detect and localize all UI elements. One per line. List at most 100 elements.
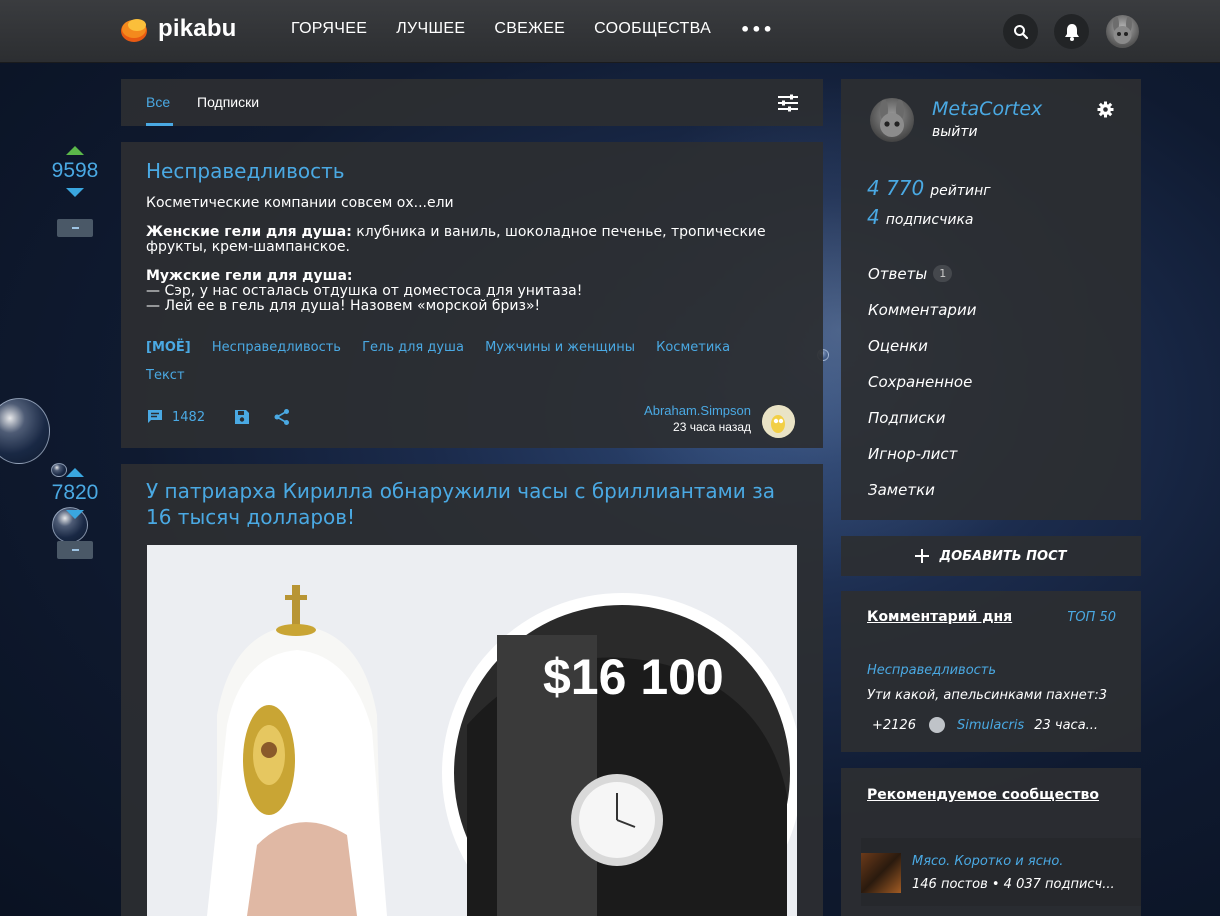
save-icon[interactable]: [233, 408, 251, 426]
community-stats: 146 постов • 4 037 подписч...: [912, 877, 1115, 892]
post1-minus-button[interactable]: [57, 219, 93, 237]
subscribers-stat: 4 подписчика: [867, 205, 974, 229]
user-avatar[interactable]: [1106, 15, 1139, 48]
post-image[interactable]: $16 100: [147, 545, 797, 916]
comment-of-day-title[interactable]: Комментарий дня: [867, 609, 1012, 625]
comment-post-link[interactable]: Несправедливость: [867, 663, 996, 678]
tab-all[interactable]: Все: [146, 94, 170, 110]
top50-link[interactable]: ТОП 50: [1067, 610, 1116, 625]
answers-badge: 1: [933, 265, 953, 282]
menu-ratings[interactable]: Оценки: [868, 337, 976, 373]
community-card[interactable]: Мясо. Коротко и ясно. 146 постов • 4 037…: [861, 838, 1141, 906]
post2-rating: 7820: [51, 481, 99, 504]
menu-comments[interactable]: Комментарии: [868, 301, 976, 337]
commenter-name[interactable]: Simulacris: [957, 718, 1024, 733]
image-price-text: $16 100: [543, 649, 724, 705]
rating-stat: 4 770 рейтинг: [867, 176, 991, 200]
rating-label: рейтинг: [930, 183, 991, 199]
comment-score: +2126: [872, 717, 916, 733]
downvote-icon[interactable]: [66, 510, 84, 519]
tag-injustice[interactable]: Несправедливость: [212, 334, 341, 362]
search-icon: [1013, 24, 1028, 39]
profile-menu: Ответы 1 Комментарии Оценки Сохраненное П…: [868, 265, 976, 517]
comment-icon[interactable]: [146, 408, 164, 426]
main-nav: ГОРЯЧЕЕ ЛУЧШЕЕ СВЕЖЕЕ СООБЩЕСТВА •••: [291, 20, 774, 39]
post-body: Косметические компании совсем ох...ели Ж…: [146, 196, 786, 328]
post-card: Несправедливость Косметические компании …: [121, 142, 823, 448]
post2-vote: 7820: [45, 468, 105, 559]
profile-panel: MetaCortex выйти 4 770 рейтинг 4 подписч…: [841, 79, 1141, 520]
bell-icon: [1064, 23, 1079, 41]
bubble-decoration: [0, 398, 50, 464]
logout-link[interactable]: выйти: [932, 124, 978, 140]
author-name[interactable]: Abraham.Simpson: [644, 403, 751, 418]
plus-icon: [915, 549, 930, 563]
post-text-paragraph: Женские гели для душа: клубника и ваниль…: [146, 225, 786, 255]
tag-shower-gel[interactable]: Гель для душа: [362, 334, 464, 362]
post-text: — Лей ее в гель для душа! Назовем «морск…: [146, 298, 541, 314]
menu-answers[interactable]: Ответы 1: [868, 265, 976, 301]
community-name[interactable]: Мясо. Коротко и ясно.: [912, 854, 1063, 869]
menu-notes[interactable]: Заметки: [868, 481, 976, 517]
nav-hot[interactable]: ГОРЯЧЕЕ: [291, 20, 367, 39]
menu-subscriptions[interactable]: Подписки: [868, 409, 976, 445]
comment-count[interactable]: 1482: [172, 410, 205, 425]
post-text: — Сэр, у нас осталась отдушка от доместо…: [146, 283, 583, 299]
recommended-community: Рекомендуемое сообщество Мясо. Коротко и…: [841, 768, 1141, 916]
gear-icon[interactable]: [1097, 101, 1114, 122]
pikabu-logo-icon: [120, 15, 148, 43]
post2-minus-button[interactable]: [57, 541, 93, 559]
comment-meta: +2126 Simulacris 23 часа...: [872, 717, 1098, 733]
search-button[interactable]: [1003, 14, 1038, 49]
post-time: 23 часа назад: [673, 420, 751, 434]
tag-cosmetics[interactable]: Косметика: [656, 334, 730, 362]
logo-text: pikabu: [158, 15, 237, 42]
add-post-button[interactable]: ДОБАВИТЬ ПОСТ: [841, 536, 1141, 576]
nav-communities[interactable]: СООБЩЕСТВА: [594, 20, 711, 39]
commenter-avatar[interactable]: [928, 717, 945, 733]
post-title[interactable]: У патриарха Кирилла обнаружили часы с бр…: [146, 478, 806, 530]
post-card: У патриарха Кирилла обнаружили часы с бр…: [121, 464, 823, 916]
share-icon[interactable]: [273, 408, 291, 426]
nav-fresh[interactable]: СВЕЖЕЕ: [494, 20, 565, 39]
filter-settings-icon[interactable]: [777, 94, 799, 116]
post-author: Abraham.Simpson 23 часа назад: [644, 403, 751, 434]
active-tab-indicator: [146, 123, 173, 126]
post-text-line: Косметические компании совсем ох...ели: [146, 195, 454, 211]
notifications-button[interactable]: [1054, 14, 1089, 49]
post-image-illustration: [147, 545, 797, 916]
comment-time: 23 часа...: [1034, 717, 1099, 733]
menu-item-label: Ответы: [868, 265, 928, 283]
post-text-bold: Мужские гели для душа:: [146, 268, 353, 284]
tab-subscriptions[interactable]: Подписки: [197, 94, 259, 110]
add-post-label: ДОБАВИТЬ ПОСТ: [939, 548, 1067, 564]
menu-ignore-list[interactable]: Игнор-лист: [868, 445, 976, 481]
post1-vote: 9598: [45, 146, 105, 237]
comment-text[interactable]: Ути какой, апельсинками пахнет:3: [867, 688, 1107, 703]
subscribers-label[interactable]: подписчика: [886, 212, 974, 228]
profile-avatar[interactable]: [870, 98, 914, 142]
upvote-icon[interactable]: [66, 146, 84, 155]
comment-of-day: Комментарий дня ТОП 50 Несправедливость …: [841, 591, 1141, 752]
post-text-bold: Женские гели для душа:: [146, 224, 352, 240]
top-navbar: pikabu ГОРЯЧЕЕ ЛУЧШЕЕ СВЕЖЕЕ СООБЩЕСТВА …: [0, 0, 1220, 63]
post-text-paragraph: Мужские гели для душа: — Сэр, у нас оста…: [146, 269, 786, 314]
upvote-icon[interactable]: [66, 468, 84, 477]
nav-best[interactable]: ЛУЧШЕЕ: [396, 20, 465, 39]
post-tags: [МОЁ] Несправедливость Гель для душа Муж…: [146, 334, 786, 390]
tag-text[interactable]: Текст: [146, 362, 185, 390]
downvote-icon[interactable]: [66, 188, 84, 197]
post1-rating: 9598: [51, 159, 99, 182]
post-footer: 1482: [146, 408, 291, 426]
subscribers-value: 4: [867, 205, 880, 229]
profile-username[interactable]: MetaCortex: [932, 98, 1042, 120]
nav-more-icon[interactable]: •••: [740, 20, 774, 39]
post-title[interactable]: Несправедливость: [146, 159, 345, 183]
feed-tabs: Все Подписки: [121, 79, 823, 126]
author-avatar[interactable]: [762, 405, 795, 438]
tag-men-women[interactable]: Мужчины и женщины: [485, 334, 635, 362]
logo[interactable]: pikabu: [120, 15, 237, 43]
menu-saved[interactable]: Сохраненное: [868, 373, 976, 409]
recommended-title[interactable]: Рекомендуемое сообщество: [867, 787, 1099, 803]
tag-moe[interactable]: [МОЁ]: [146, 334, 191, 362]
